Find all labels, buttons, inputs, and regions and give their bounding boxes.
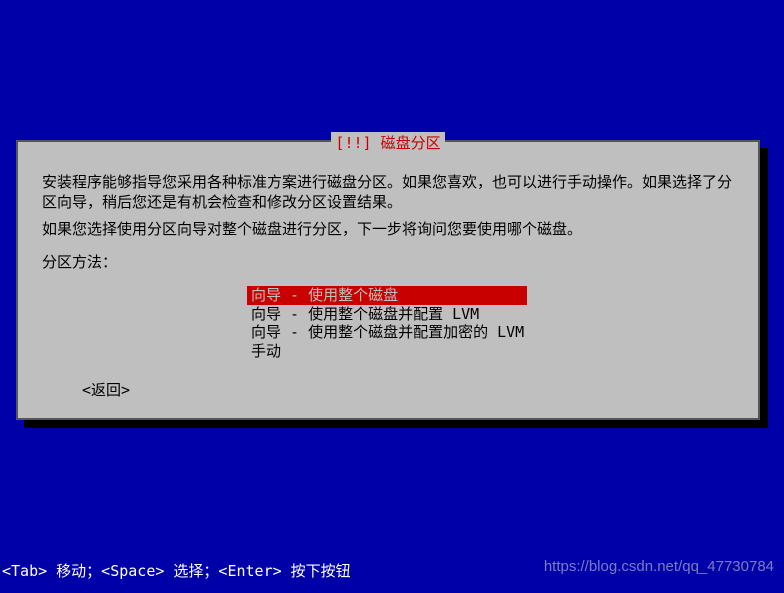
menu-item-manual[interactable]: 手动 xyxy=(247,342,567,361)
dialog-paragraph-1: 安装程序能够指导您采用各种标准方案进行磁盘分区。如果您喜欢，也可以进行手动操作。… xyxy=(42,172,734,213)
dialog-title-wrap: [!!] 磁盘分区 xyxy=(18,132,758,153)
menu-item-guided-lvm[interactable]: 向导 - 使用整个磁盘并配置 LVM xyxy=(247,305,567,324)
menu-item-guided-entire-disk[interactable]: 向导 - 使用整个磁盘 xyxy=(247,286,527,305)
prompt-label: 分区方法： xyxy=(42,251,734,272)
menu-item-guided-encrypted-lvm[interactable]: 向导 - 使用整个磁盘并配置加密的 LVM xyxy=(247,323,567,342)
partition-method-menu: 向导 - 使用整个磁盘 向导 - 使用整个磁盘并配置 LVM 向导 - 使用整个… xyxy=(247,286,567,361)
dialog-paragraph-2: 如果您选择使用分区向导对整个磁盘进行分区，下一步将询问您要使用哪个磁盘。 xyxy=(42,219,734,239)
partition-dialog: [!!] 磁盘分区 安装程序能够指导您采用各种标准方案进行磁盘分区。如果您喜欢，… xyxy=(16,140,760,420)
watermark: https://blog.csdn.net/qq_47730784 xyxy=(544,558,774,575)
footer-help-text: <Tab> 移动；<Space> 选择；<Enter> 按下按钮 xyxy=(2,560,351,581)
dialog-body: 安装程序能够指导您采用各种标准方案进行磁盘分区。如果您喜欢，也可以进行手动操作。… xyxy=(42,172,734,239)
dialog-title: [!!] 磁盘分区 xyxy=(331,132,444,153)
back-button[interactable]: <返回> xyxy=(82,379,130,400)
